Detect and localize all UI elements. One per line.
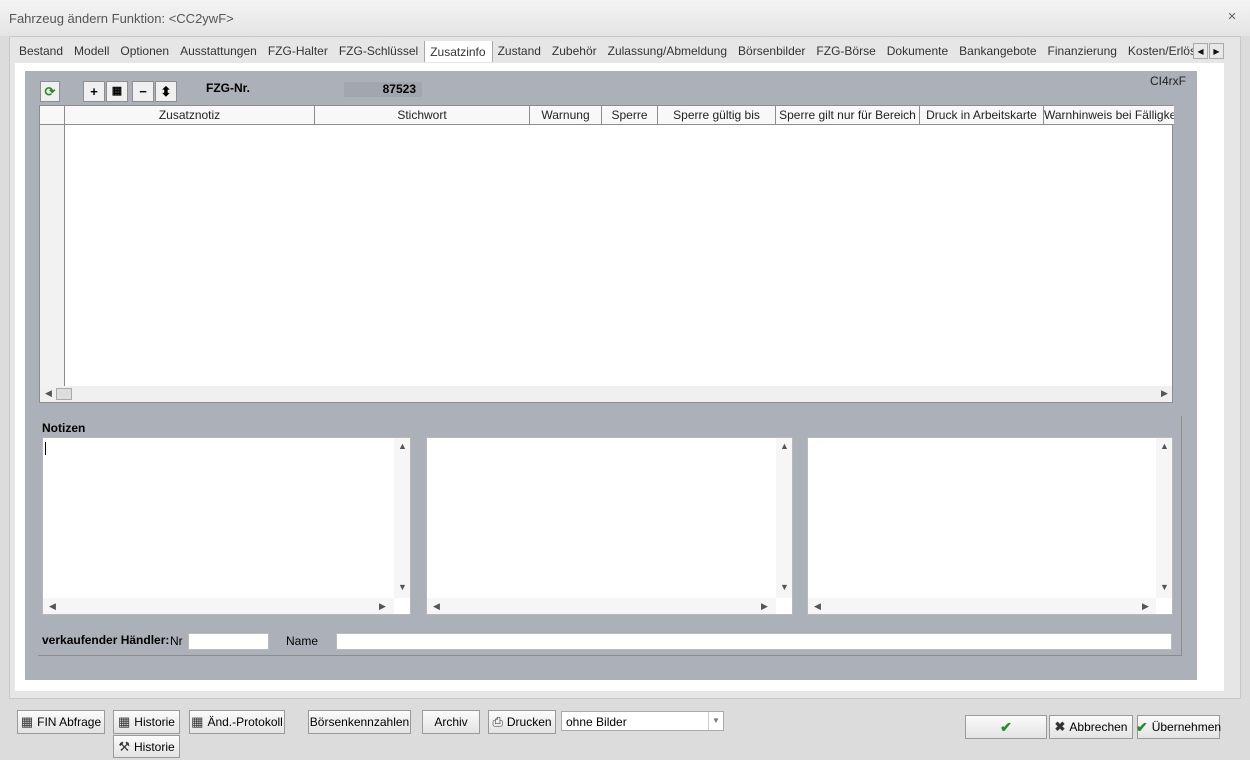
historie-button[interactable]: ▦ Historie bbox=[113, 710, 180, 734]
tab-fzg-halter[interactable]: FZG-Halter bbox=[263, 41, 334, 62]
tab-ausstattungen[interactable]: Ausstattungen bbox=[175, 41, 263, 62]
tab-zubehör[interactable]: Zubehör bbox=[547, 41, 603, 62]
drucken-button[interactable]: ⎙ Drucken bbox=[488, 710, 556, 734]
tab-kosten-erlöse[interactable]: Kosten/Erlöse bbox=[1123, 41, 1194, 62]
scroll-down-icon[interactable]: ▼ bbox=[1160, 582, 1169, 592]
dealer-name-label: Name bbox=[286, 634, 319, 648]
scroll-down-icon[interactable]: ▼ bbox=[398, 582, 407, 592]
column-stichwort[interactable]: Stichwort bbox=[315, 106, 530, 125]
tab-finanzierung[interactable]: Finanzierung bbox=[1043, 41, 1123, 62]
dealer-nr-input[interactable] bbox=[188, 633, 269, 650]
vertical-scrollbar[interactable]: ▲ ▼ bbox=[394, 438, 410, 598]
scroll-right-icon[interactable]: ▶ bbox=[761, 601, 768, 612]
notes-textarea-2[interactable]: ▲ ▼ ◀ ▶ bbox=[426, 437, 793, 615]
vehicle-icon: ▦ bbox=[20, 714, 34, 729]
chevron-down-icon[interactable]: ▼ bbox=[708, 712, 723, 730]
tab-bankangebote[interactable]: Bankangebote bbox=[954, 41, 1042, 62]
grid-corner bbox=[40, 106, 65, 125]
vehicle-icon: ▦ bbox=[118, 714, 131, 729]
scroll-left-icon[interactable]: ◀ bbox=[433, 601, 440, 612]
column-zusatznotiz[interactable]: Zusatznotiz bbox=[65, 106, 315, 125]
scroll-left-icon[interactable]: ◀ bbox=[49, 601, 56, 612]
print-option-value: ohne Bilder bbox=[566, 715, 627, 729]
add-row-button[interactable]: + bbox=[83, 81, 105, 102]
text-caret bbox=[45, 442, 46, 455]
row-header bbox=[40, 125, 65, 388]
fzg-nr-value: 87523 bbox=[344, 82, 422, 97]
check-icon: ✔ bbox=[1135, 718, 1148, 735]
column-druck-arbeitskarte[interactable]: Druck in Arbeitskarte bbox=[920, 106, 1044, 125]
vehicle-icon: ▦ bbox=[191, 714, 204, 729]
tab-zustand[interactable]: Zustand bbox=[493, 41, 547, 62]
printer-icon: ⎙ bbox=[492, 714, 503, 729]
abbrechen-button[interactable]: ✖ Abbrechen bbox=[1049, 715, 1133, 739]
scroll-up-icon[interactable]: ▲ bbox=[1160, 441, 1169, 451]
notes-textarea-3[interactable]: ▲ ▼ ◀ ▶ bbox=[807, 437, 1173, 615]
scroll-right-icon[interactable]: ▶ bbox=[379, 601, 386, 612]
vertical-scrollbar[interactable]: ▲ ▼ bbox=[776, 438, 792, 598]
form-code: CI4rxF bbox=[1150, 74, 1186, 88]
column-sperre-bereich[interactable]: Sperre gilt nur für Bereich bbox=[776, 106, 920, 125]
horizontal-scrollbar[interactable]: ◀ ▶ bbox=[43, 598, 394, 614]
boersenkennzahlen-button[interactable]: Börsenkennzahlen bbox=[308, 710, 411, 734]
scroll-left-icon[interactable]: ◀ bbox=[814, 601, 821, 612]
horizontal-scrollbar[interactable]: ◀ ▶ bbox=[427, 598, 776, 614]
scroll-right-icon[interactable]: ▶ bbox=[1161, 388, 1168, 399]
dealer-label: verkaufender Händler: bbox=[42, 633, 170, 647]
tab-optionen[interactable]: Optionen bbox=[115, 41, 175, 62]
notizen-label: Notizen bbox=[42, 421, 86, 435]
scroll-right-icon[interactable]: ▶ bbox=[1142, 601, 1149, 612]
tab-fzg-börse[interactable]: FZG-Börse bbox=[811, 41, 881, 62]
print-option-select[interactable]: ohne Bilder ▼ bbox=[561, 711, 724, 731]
scroll-up-icon[interactable]: ▲ bbox=[398, 441, 407, 451]
tab-scroll-right-icon[interactable]: ▶ bbox=[1209, 43, 1224, 59]
dealer-nr-label: Nr bbox=[170, 634, 183, 648]
tab-bar: Bestand Modell Optionen Ausstattungen FZG-Ha… bbox=[14, 41, 1194, 63]
grid-icon[interactable]: ▦ bbox=[106, 81, 128, 102]
column-sperre-gueltig-bis[interactable]: Sperre gültig bis bbox=[658, 106, 776, 125]
dealer-name-input[interactable] bbox=[336, 633, 1172, 650]
column-warnhinweis[interactable]: Warnhinweis bei Fälligke bbox=[1044, 106, 1174, 125]
tab-dokumente[interactable]: Dokumente bbox=[882, 41, 954, 62]
vertical-scrollbar[interactable]: ▲ ▼ bbox=[1156, 438, 1172, 598]
zusatzinfo-grid[interactable]: Zusatznotiz Stichwort Warnung Sperre Spe… bbox=[39, 105, 1174, 403]
sort-icon[interactable]: ⬍ bbox=[155, 81, 177, 102]
window-title: Fahrzeug ändern Funktion: <CC2ywF> bbox=[9, 11, 234, 26]
ok-button[interactable]: ✔ bbox=[965, 715, 1047, 739]
tab-zusatzinfo[interactable]: Zusatzinfo bbox=[424, 41, 493, 62]
scroll-down-icon[interactable]: ▼ bbox=[780, 582, 789, 592]
uebernehmen-button[interactable]: ✔ Übernehmen bbox=[1135, 715, 1221, 739]
historie-service-button[interactable]: ⚒ Historie bbox=[113, 735, 180, 758]
fzg-nr-label: FZG-Nr. bbox=[206, 81, 250, 95]
scroll-up-icon[interactable]: ▲ bbox=[780, 441, 789, 451]
horizontal-scrollbar[interactable]: ◀ ▶ bbox=[808, 598, 1156, 614]
wrench-icon: ⚒ bbox=[118, 738, 130, 754]
close-icon[interactable]: × bbox=[1225, 8, 1239, 25]
column-sperre[interactable]: Sperre bbox=[602, 106, 658, 125]
refresh-icon[interactable]: ⟳ bbox=[40, 81, 60, 102]
tab-bestand[interactable]: Bestand bbox=[14, 41, 69, 62]
scroll-left-icon[interactable]: ◀ bbox=[45, 388, 52, 399]
ok-check-icon: ✔ bbox=[1000, 718, 1012, 735]
remove-row-button[interactable]: − bbox=[132, 81, 154, 102]
tab-modell[interactable]: Modell bbox=[69, 41, 115, 62]
grid-header: Zusatznotiz Stichwort Warnung Sperre Spe… bbox=[40, 106, 1174, 125]
aend-protokoll-button[interactable]: ▦ Änd.-Protokoll bbox=[189, 710, 285, 734]
tab-zulassung-abmeldung[interactable]: Zulassung/Abmeldung bbox=[603, 41, 733, 62]
cancel-x-icon: ✖ bbox=[1054, 719, 1066, 734]
archiv-button[interactable]: Archiv bbox=[422, 710, 480, 734]
column-warnung[interactable]: Warnung bbox=[530, 106, 602, 125]
scroll-thumb[interactable] bbox=[56, 388, 72, 400]
notes-textarea-1[interactable]: ▲ ▼ ◀ ▶ bbox=[42, 437, 411, 615]
tab-scroll-left-icon[interactable]: ◀ bbox=[1193, 43, 1208, 59]
fin-abfrage-button[interactable]: ▦ FIN Abfrage bbox=[17, 710, 105, 734]
tab-börsenbilder[interactable]: Börsenbilder bbox=[733, 41, 811, 62]
tab-fzg-schlüssel[interactable]: FZG-Schlüssel bbox=[334, 41, 424, 62]
grid-horizontal-scrollbar[interactable]: ◀ ▶ bbox=[40, 386, 1172, 402]
